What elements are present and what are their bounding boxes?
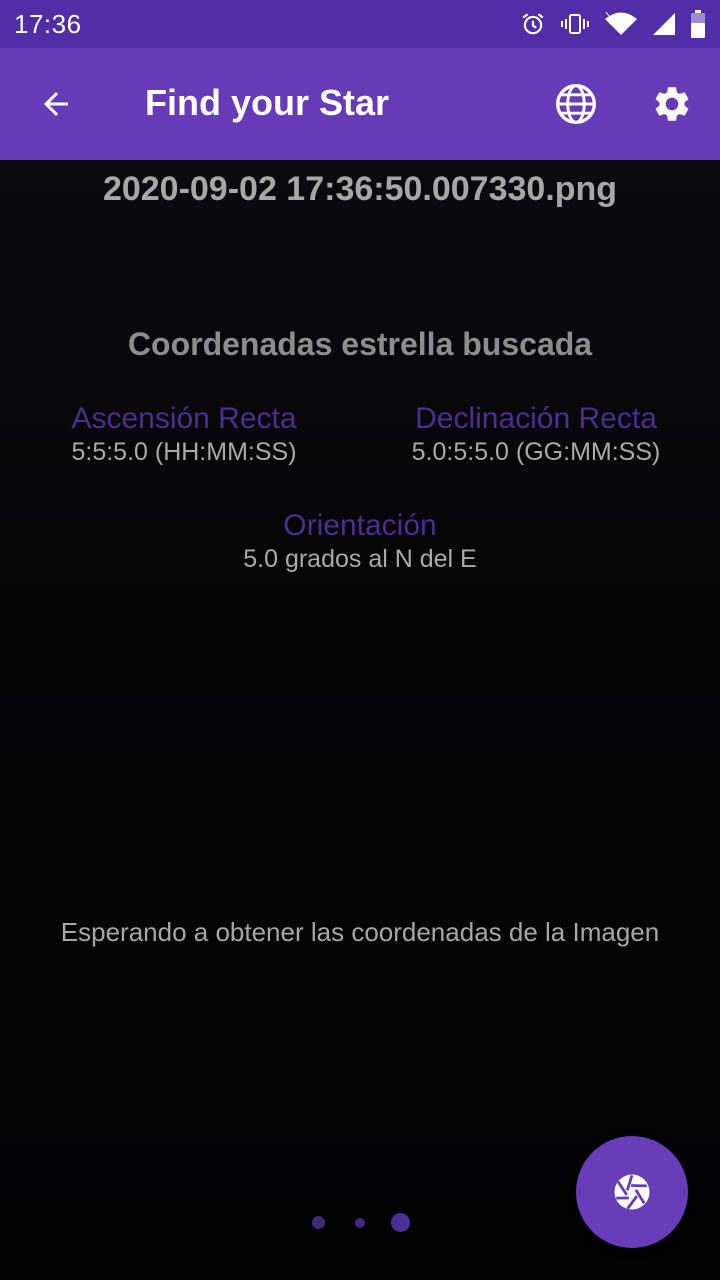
- page-dot-active[interactable]: [391, 1213, 410, 1232]
- image-filename: 2020-09-02 17:36:50.007330.png: [102, 170, 618, 208]
- wifi-icon: [604, 11, 638, 37]
- declination-block: Declinación Recta 5.0:5:5.0 (GG:MM:SS): [382, 402, 690, 467]
- capture-fab-button[interactable]: [576, 1136, 688, 1248]
- orientation-block: Orientación 5.0 grados al N del E: [180, 509, 540, 574]
- globe-icon: [556, 84, 596, 124]
- arrow-back-icon: [44, 92, 68, 116]
- right-ascension-label: Ascensión Recta: [71, 402, 297, 435]
- page-dot[interactable]: [312, 1216, 325, 1229]
- alarm-icon: [520, 11, 546, 37]
- app-bar: Find your Star: [0, 48, 720, 160]
- gear-icon: [655, 87, 689, 121]
- right-ascension-block: Ascensión Recta 5:5:5.0 (HH:MM:SS): [40, 402, 328, 467]
- battery-icon: [690, 10, 706, 38]
- page-dot[interactable]: [355, 1218, 365, 1228]
- back-button[interactable]: [30, 78, 82, 130]
- vibrate-icon: [560, 11, 590, 37]
- status-icons: [520, 10, 706, 38]
- waiting-status-text: Esperando a obtener las coordenadas de l…: [60, 917, 660, 947]
- section-title: Coordenadas estrella buscada: [127, 326, 593, 362]
- status-bar: 17:36: [0, 0, 720, 48]
- orientation-label: Orientación: [283, 509, 437, 542]
- settings-button[interactable]: [648, 80, 696, 128]
- right-ascension-value: 5:5:5.0 (HH:MM:SS): [71, 438, 297, 466]
- declination-label: Declinación Recta: [415, 402, 657, 435]
- app-title: Find your Star: [145, 82, 390, 123]
- status-time: 17:36: [14, 8, 82, 39]
- declination-value: 5.0:5:5.0 (GG:MM:SS): [411, 438, 661, 466]
- camera-shutter-icon: [614, 1174, 650, 1210]
- main-content: 2020-09-02 17:36:50.007330.png Coordenad…: [0, 160, 720, 1280]
- signal-icon: [652, 11, 676, 37]
- language-button[interactable]: [552, 80, 600, 128]
- orientation-value: 5.0 grados al N del E: [243, 545, 477, 573]
